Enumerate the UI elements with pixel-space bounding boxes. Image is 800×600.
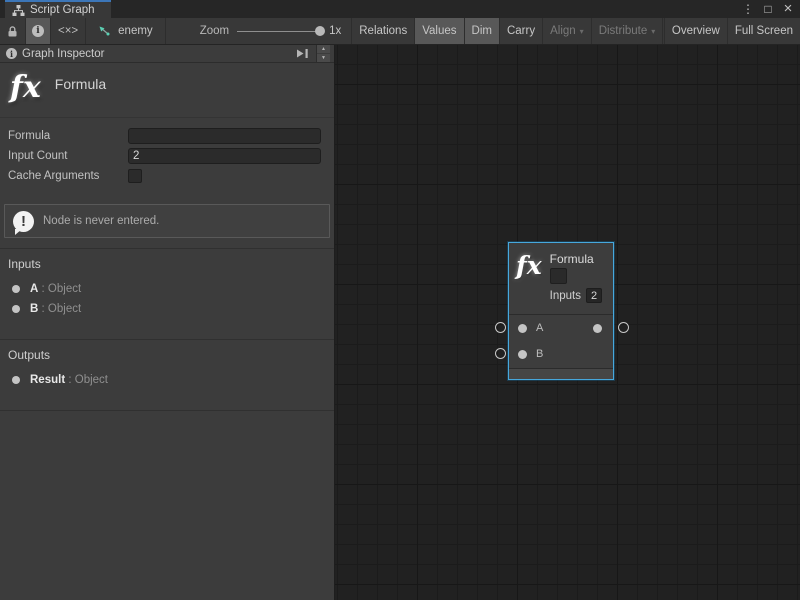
inspector-spinner: ▲ ▼ [316,45,330,62]
input-port-icon[interactable] [518,324,527,333]
lock-icon [6,25,19,38]
inspector-fields: Formula Input Count Cache Arguments [0,118,334,192]
input-port-icon[interactable] [518,350,527,359]
formula-field-label: Formula [8,130,128,142]
port-row-a: A : Object [0,279,334,299]
align-dropdown[interactable]: Align ▾ [543,18,592,44]
dock-icon [296,48,309,59]
node-title: Formula [550,252,602,266]
zoom-slider-handle[interactable] [315,26,325,36]
outputs-section-title: Outputs [0,348,334,362]
overview-button[interactable]: Overview [665,18,728,44]
dock-panel-button[interactable] [293,47,311,61]
inspector-toggle-button[interactable]: i [26,18,51,44]
port-dot-icon [12,285,20,293]
graph-toolbar: i <×> enemy Zoom 1x Relations Values Dim… [0,18,800,45]
distribute-dropdown[interactable]: Distribute ▾ [592,18,664,44]
port-dot-icon [12,376,20,384]
title-bar: Script Graph ⋮ □ × [0,0,800,18]
unit-header: fx Formula [0,63,334,118]
zoom-slider-track [237,31,321,33]
cache-arguments-checkbox[interactable] [128,169,142,183]
cache-arguments-label: Cache Arguments [8,170,128,182]
maximize-icon[interactable]: □ [760,0,776,18]
outputs-section: Outputs Result : Object [0,339,334,400]
output-port-icon[interactable] [593,324,602,333]
tab-label: Script Graph [30,4,95,16]
values-toggle[interactable]: Values [415,18,464,44]
tab-script-graph[interactable]: Script Graph [5,0,111,18]
info-icon: i [32,25,44,37]
inspector-title: Graph Inspector [22,48,288,60]
node-formula-field[interactable] [550,268,567,284]
script-graph-window: Script Graph ⋮ □ × i <×> enemy [0,0,800,600]
node-inputs-label: Inputs [550,290,581,302]
formula-node-header: fx Formula Inputs 2 [509,243,613,315]
fx-icon: fx [516,252,542,314]
zoom-label: Zoom [200,25,229,37]
spinner-up-button[interactable]: ▲ [317,45,330,53]
section-divider [0,410,334,411]
warning-icon: ! [13,211,34,232]
formula-node[interactable]: fx Formula Inputs 2 A [508,242,614,380]
warning-text: Node is never entered. [43,215,159,227]
inspector-header: i Graph Inspector ▲ ▼ [0,45,334,63]
fullscreen-button[interactable]: Full Screen [728,18,800,44]
port-row-b: B : Object [0,299,334,319]
port-dot-icon [12,305,20,313]
graph-inspector-panel: i Graph Inspector ▲ ▼ fx Formula [0,45,335,600]
unit-title: Formula [55,76,106,92]
inputs-section-title: Inputs [0,257,334,271]
formula-input[interactable] [128,128,321,144]
inputs-section: Inputs A : Object B : Object [0,248,334,329]
dim-toggle[interactable]: Dim [465,18,500,44]
input-count-field[interactable] [128,148,321,164]
chevron-down-icon: ▾ [651,27,655,36]
formula-node-footer [509,368,613,379]
relations-toggle[interactable]: Relations [352,18,415,44]
carry-toggle[interactable]: Carry [500,18,543,44]
zoom-control: Zoom 1x [166,18,353,44]
window-menu-icon[interactable]: ⋮ [740,0,756,18]
hierarchy-graph-icon [12,4,25,17]
view-source-button[interactable]: <×> [51,18,86,44]
node-port-b[interactable]: B [509,341,613,367]
input-count-label: Input Count [8,150,128,162]
spinner-down-button[interactable]: ▼ [317,54,330,62]
warning-box: ! Node is never entered. [4,204,330,238]
close-icon[interactable]: × [780,0,796,18]
flow-graph-icon [98,25,111,38]
fx-icon: fx [10,73,41,103]
node-input-count-field[interactable]: 2 [586,288,602,303]
zoom-slider[interactable] [237,26,321,36]
info-icon: i [6,48,17,59]
code-icon: <×> [58,25,78,37]
zoom-value: 1x [329,25,341,37]
port-target-circle[interactable] [495,348,506,359]
port-row-result: Result : Object [0,370,334,390]
graph-canvas[interactable]: fx Formula Inputs 2 A [335,45,800,600]
port-target-circle[interactable] [495,322,506,333]
graph-name-label: enemy [118,25,153,37]
lock-button[interactable] [0,18,26,44]
port-target-circle[interactable] [618,322,629,333]
formula-node-body: A B [509,315,613,368]
graph-breadcrumb-button[interactable]: enemy [86,18,166,44]
chevron-down-icon: ▾ [580,27,584,36]
